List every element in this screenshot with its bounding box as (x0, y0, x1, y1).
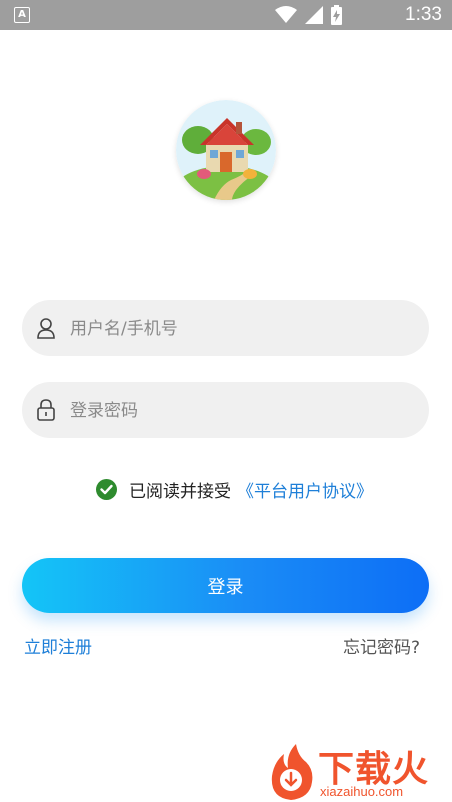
flame-logo-icon (271, 744, 313, 800)
username-input[interactable] (68, 300, 412, 358)
watermark-logo: 下载火 xiazaihuo.com (268, 742, 452, 802)
app-notification-icon: A (14, 7, 30, 23)
house-logo-icon (176, 100, 276, 200)
signal-icon (305, 6, 323, 24)
login-button[interactable]: 登录 (22, 558, 429, 613)
checkmark-icon (100, 484, 113, 494)
password-field (22, 382, 429, 440)
watermark-url: xiazaihuo.com (320, 784, 404, 799)
status-icons (275, 5, 342, 25)
status-bar: A 1:33 (0, 0, 452, 30)
register-link[interactable]: 立即注册 (24, 633, 92, 658)
wifi-icon (275, 6, 297, 23)
lock-icon (37, 399, 55, 421)
username-field (22, 300, 429, 358)
password-input[interactable] (68, 382, 412, 440)
agreement-text: 已阅读并接受 (129, 481, 231, 502)
forgot-password-link[interactable]: 忘记密码? (343, 633, 420, 658)
status-time: 1:33 (405, 4, 442, 25)
battery-charging-icon (331, 5, 342, 25)
agreement-row: 已阅读并接受 《平台用户协议》 (96, 477, 373, 502)
agreement-link[interactable]: 《平台用户协议》 (237, 477, 373, 502)
user-icon (37, 318, 55, 339)
agreement-checkbox[interactable] (96, 478, 117, 500)
